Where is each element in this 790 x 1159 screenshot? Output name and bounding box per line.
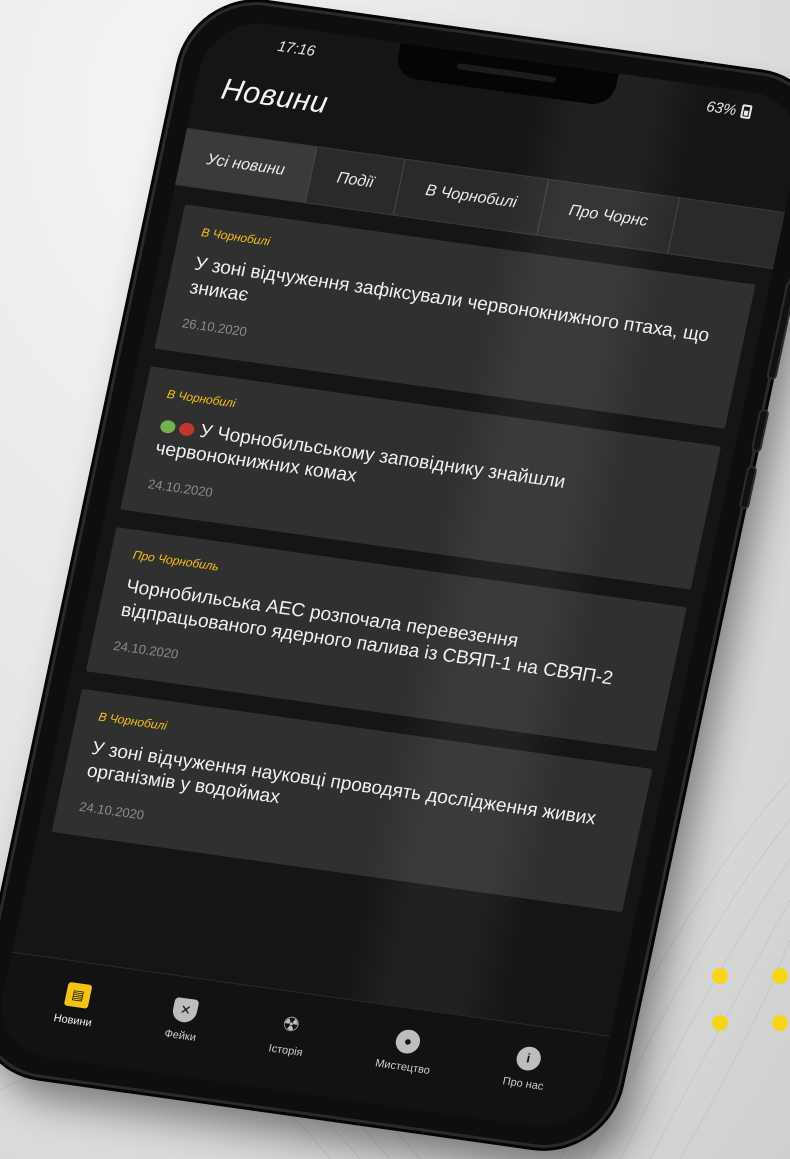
nav-label: Історія [267,1041,304,1059]
radiation-icon: ☢ [279,1013,303,1038]
nav-label: Про нас [501,1074,545,1093]
nav-history[interactable]: ☢ Історія [267,1011,311,1059]
nav-label: Фейки [163,1027,198,1044]
palette-icon: ● [393,1027,423,1055]
battery-level: 63% [704,97,739,119]
news-title: У Чорнобильському заповіднику знайшли че… [153,420,568,493]
nav-fakes[interactable]: ✕ Фейки [163,996,203,1044]
newspaper-icon: ▤ [63,981,93,1009]
battery-icon [739,104,753,120]
phone-mockup: 17:16 63% Новини Усі новини Події В Чорн… [0,0,790,1154]
nav-label: Мистецтво [374,1056,432,1077]
status-time: 17:16 [276,37,317,60]
shield-x-icon: ✕ [171,996,201,1024]
frog-icon [159,419,177,435]
decor-dot [712,1015,728,1031]
nav-about[interactable]: i Про нас [502,1043,552,1092]
decor-dot [712,968,728,984]
info-icon: i [514,1044,543,1072]
emoji-group [159,419,196,437]
decor-dot [772,1015,788,1031]
nav-art[interactable]: ● Мистецтво [374,1026,438,1077]
nav-news[interactable]: ▤ Новини [52,980,100,1029]
ladybug-icon [177,421,196,437]
nav-label: Новини [52,1011,93,1029]
status-battery: 63% [705,98,753,121]
decor-dot [772,968,788,984]
app-screen: 17:16 63% Новини Усі новини Події В Чорн… [0,16,790,1134]
